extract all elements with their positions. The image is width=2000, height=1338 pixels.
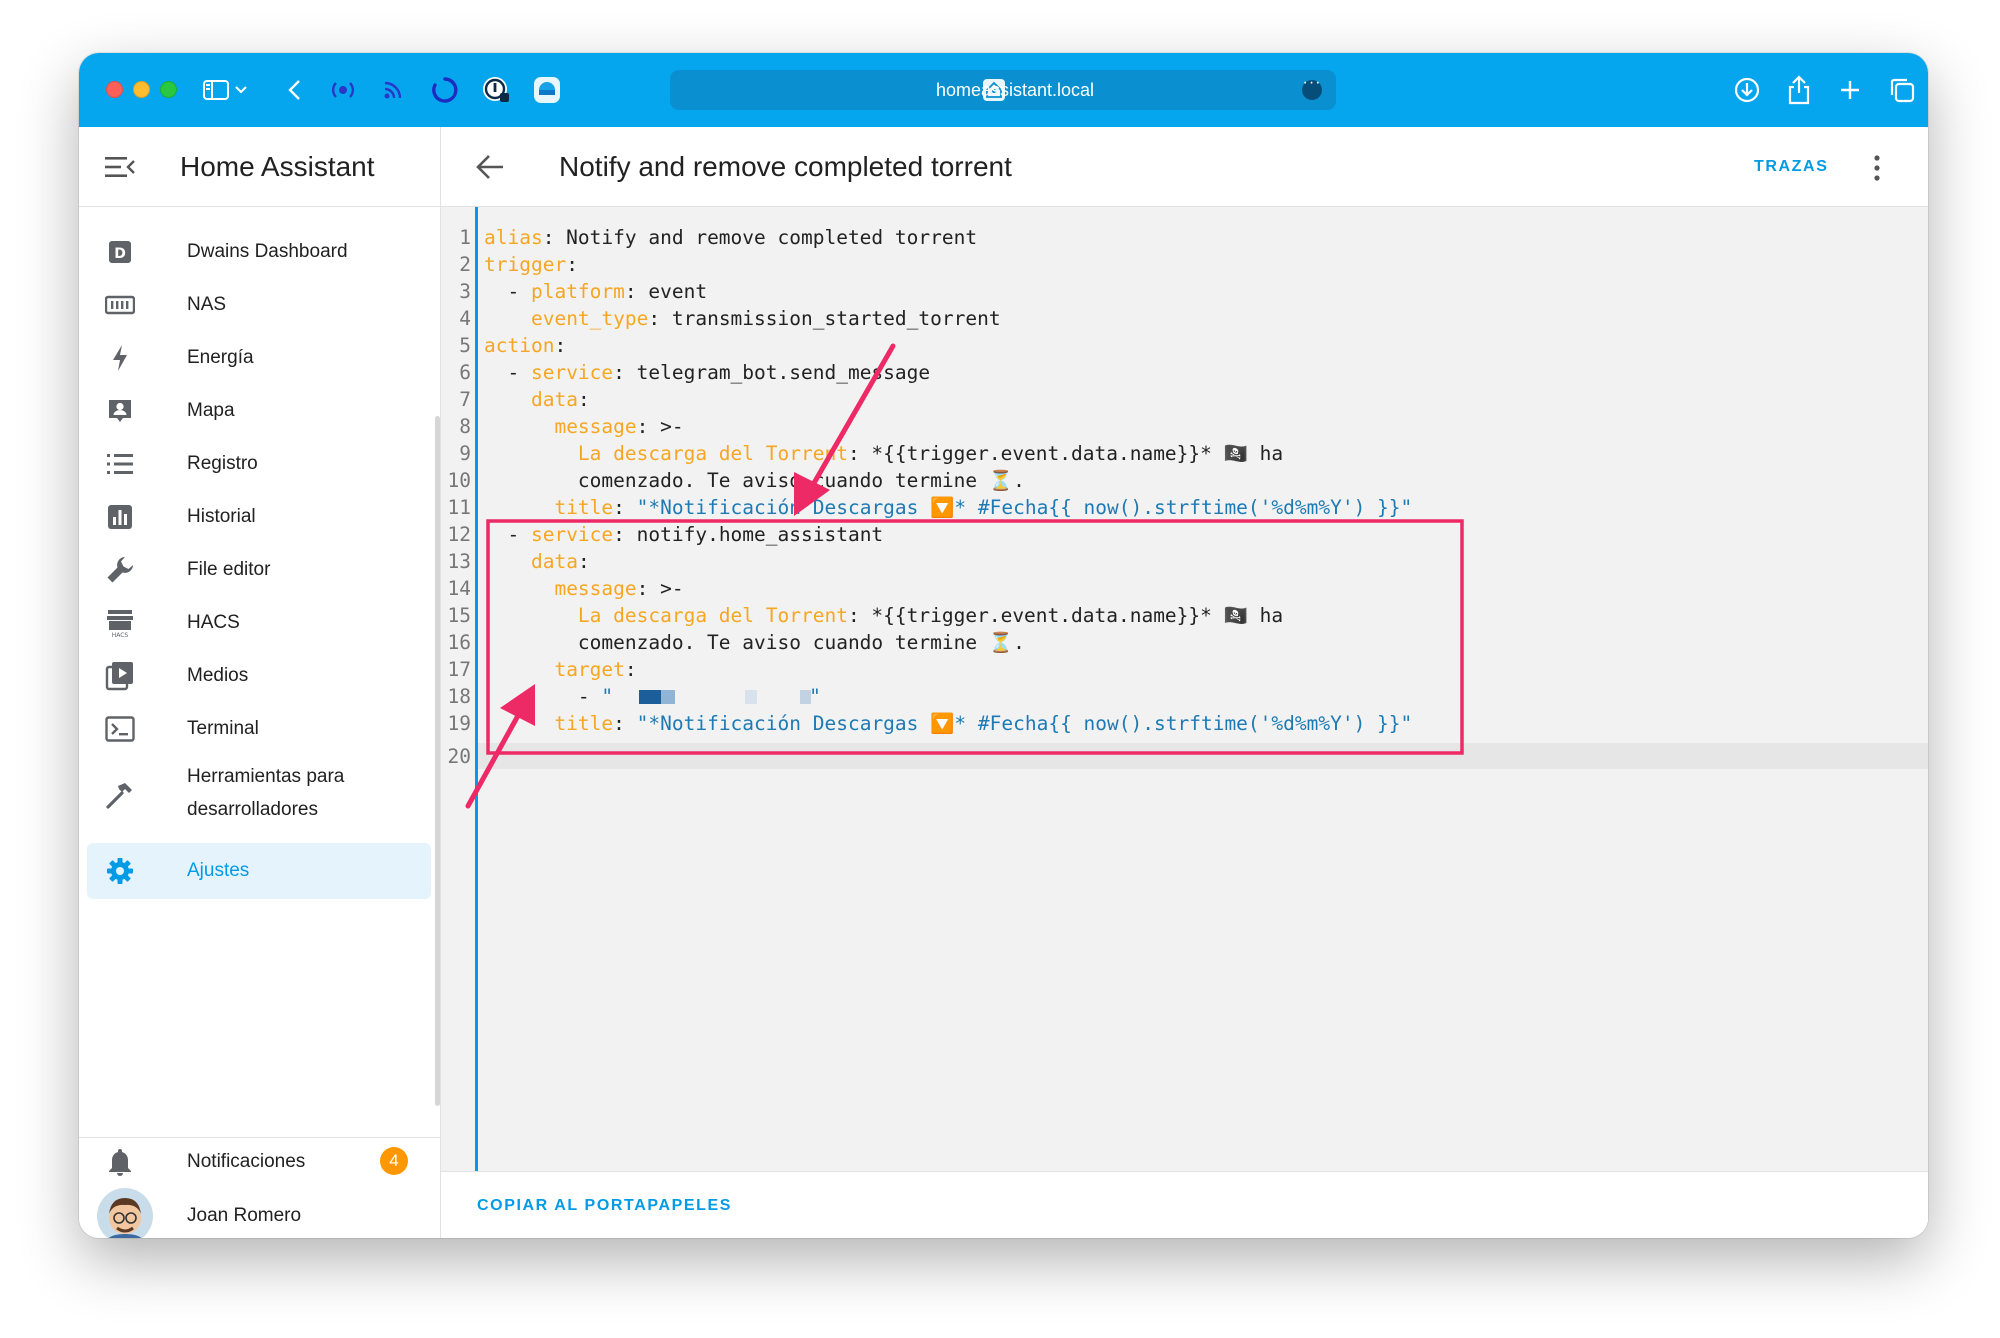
sidebar-item-label: Terminal	[187, 718, 259, 739]
arrow-back-icon[interactable]	[475, 153, 505, 181]
sidebar-item-medios[interactable]: Medios	[87, 648, 431, 704]
chevron-down-icon[interactable]	[229, 73, 253, 107]
dashboard-d-icon: D	[105, 237, 135, 267]
hacs-store-icon: HACS	[105, 608, 135, 638]
sidebar-header: Home Assistant	[79, 127, 440, 207]
sidebar-item-label: Medios	[187, 665, 249, 686]
user-name: Joan Romero	[187, 1205, 302, 1226]
sidebar-item-label: HACS	[187, 612, 240, 633]
sidebar-item-historial[interactable]: Historial	[87, 489, 431, 545]
map-person-icon	[105, 396, 135, 426]
sidebar-toggle-icon[interactable]	[199, 73, 233, 107]
sidebar-item-label-line2: desarrolladores	[187, 799, 318, 820]
rss-icon[interactable]	[376, 73, 410, 107]
tab-overview-icon[interactable]	[1885, 73, 1919, 107]
sidebar-item-label: Registro	[187, 453, 258, 474]
new-tab-icon[interactable]	[1833, 73, 1867, 107]
main-header: Notify and remove completed torrent TRAZ…	[441, 127, 1928, 207]
sidebar-item-registro[interactable]: Registro	[87, 436, 431, 492]
sidebar-item-user[interactable]: Joan Romero	[87, 1188, 431, 1238]
address-bar[interactable]: homeassistant.local	[670, 70, 1336, 110]
sidebar-divider	[79, 1137, 440, 1138]
notification-count-badge: 4	[380, 1147, 408, 1175]
more-vertical-icon[interactable]	[1873, 155, 1881, 181]
sidebar-item-energia[interactable]: Energía	[87, 330, 431, 386]
bar-chart-icon	[105, 502, 135, 532]
sidebar-item-label: Energía	[187, 347, 254, 368]
sidebar-item-label: Mapa	[187, 400, 235, 421]
media-play-icon	[105, 661, 135, 691]
zoom-window-button[interactable]	[160, 81, 177, 98]
sidebar-item-label: Notificaciones	[187, 1151, 306, 1172]
sidebar-item-terminal[interactable]: Terminal	[87, 701, 431, 757]
sidebar-item-dwains-dashboard[interactable]: D Dwains Dashboard	[87, 224, 431, 280]
svg-text:HACS: HACS	[112, 632, 129, 638]
nas-icon	[105, 290, 135, 320]
extension-radio-icon[interactable]	[326, 73, 360, 107]
terminal-icon	[105, 714, 135, 744]
hammer-icon	[105, 780, 135, 810]
sidebar-item-label: Historial	[187, 506, 256, 527]
back-nav-icon[interactable]	[277, 73, 311, 107]
share-icon[interactable]	[1782, 73, 1816, 107]
gear-icon	[105, 856, 135, 886]
avatar	[97, 1188, 153, 1238]
sidebar-item-ajustes[interactable]: Ajustes	[87, 843, 431, 899]
sidebar-item-label: File editor	[187, 559, 271, 580]
editor-focus-bar	[475, 207, 478, 1171]
browser-window: homeassistant.local Home Assistant D Dwa…	[79, 53, 1928, 1238]
sidebar-item-nas[interactable]: NAS	[87, 277, 431, 333]
close-window-button[interactable]	[106, 81, 123, 98]
main-panel: Notify and remove completed torrent TRAZ…	[441, 127, 1928, 1238]
dialog-footer: COPIAR AL PORTAPAPELES	[441, 1171, 1928, 1238]
sidebar-item-label: NAS	[187, 294, 227, 315]
sidebar-item-label: Ajustes	[187, 860, 250, 881]
sidebar-item-notifications[interactable]: Notificaciones 4	[87, 1145, 431, 1179]
svg-text:D: D	[114, 246, 126, 262]
sidebar-item-developer-tools[interactable]: Herramientas para desarrolladores	[87, 760, 431, 828]
sidebar-scrollbar[interactable]	[435, 416, 440, 1106]
app-title: Home Assistant	[180, 151, 375, 182]
active-line-highlight	[478, 743, 1928, 769]
traces-button[interactable]: TRAZAS	[1754, 155, 1828, 179]
list-icon	[105, 449, 135, 479]
redacted-token	[613, 690, 812, 704]
sidebar: Home Assistant D Dwains Dashboard NAS En…	[79, 127, 441, 1238]
sidebar-item-label: Dwains Dashboard	[187, 241, 348, 262]
extension-app-icon[interactable]	[530, 73, 564, 107]
browser-toolbar: homeassistant.local	[79, 53, 1928, 127]
copy-to-clipboard-button[interactable]: COPIAR AL PORTAPAPELES	[477, 1194, 732, 1218]
password-manager-icon[interactable]	[479, 73, 513, 107]
minimize-window-button[interactable]	[133, 81, 150, 98]
page-menu-icon[interactable]	[1302, 74, 1322, 100]
sidebar-item-hacs[interactable]: HACS HACS	[87, 595, 431, 651]
page-title: Notify and remove completed torrent	[559, 151, 1012, 182]
sidebar-item-file-editor[interactable]: File editor	[87, 542, 431, 598]
lightning-icon	[105, 343, 135, 373]
bell-icon	[105, 1147, 135, 1177]
url-text: homeassistant.local	[935, 80, 1095, 100]
menu-collapse-icon[interactable]	[105, 155, 135, 179]
loading-spinner-icon[interactable]	[428, 73, 462, 107]
downloads-icon[interactable]	[1730, 73, 1764, 107]
yaml-code-editor[interactable]: 1 alias: Notify and remove completed torr…	[441, 207, 1928, 1171]
sidebar-item-label-line1: Herramientas para	[187, 766, 345, 787]
sidebar-item-mapa[interactable]: Mapa	[87, 383, 431, 439]
wrench-icon	[105, 555, 135, 585]
